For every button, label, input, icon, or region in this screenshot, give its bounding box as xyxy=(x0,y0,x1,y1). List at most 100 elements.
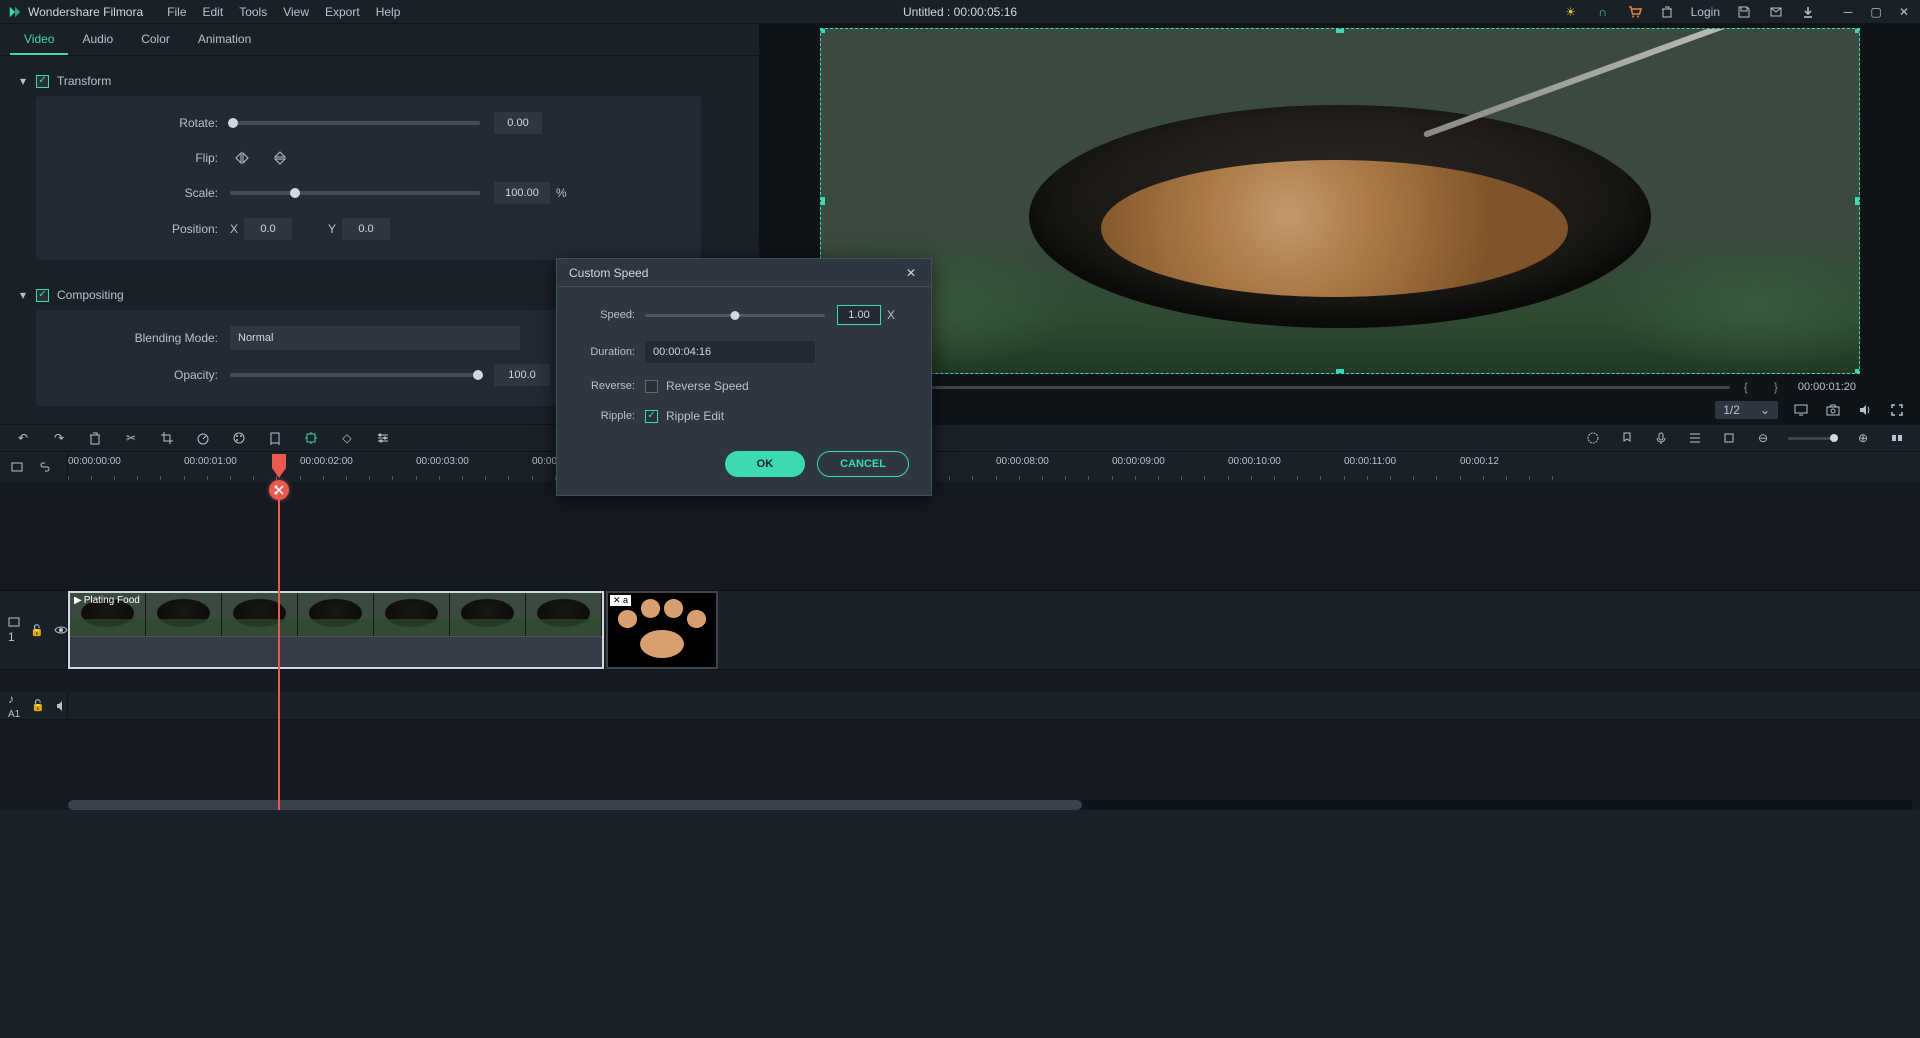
opacity-input[interactable] xyxy=(494,364,550,386)
speed-icon[interactable] xyxy=(194,429,212,447)
green-screen-icon[interactable] xyxy=(266,429,284,447)
zoom-fit-icon[interactable] xyxy=(1888,429,1906,447)
preview-viewport[interactable] xyxy=(820,28,1860,374)
snap-icon[interactable] xyxy=(1720,429,1738,447)
eye-icon[interactable] xyxy=(54,621,68,639)
voiceover-icon[interactable] xyxy=(1652,429,1670,447)
timeline-scrollbar[interactable] xyxy=(68,800,1912,810)
display-icon[interactable] xyxy=(1792,401,1810,419)
mark-out-icon[interactable]: } xyxy=(1774,380,1784,394)
tab-color[interactable]: Color xyxy=(127,24,184,55)
scale-input[interactable] xyxy=(494,182,550,204)
resize-handle-mr[interactable] xyxy=(1855,197,1860,205)
resize-handle-br[interactable] xyxy=(1855,369,1860,374)
cut-icon[interactable]: ✂ xyxy=(122,429,140,447)
menu-help[interactable]: Help xyxy=(376,5,401,19)
login-button[interactable]: Login xyxy=(1691,5,1720,19)
tab-video[interactable]: Video xyxy=(10,24,68,55)
link-icon[interactable] xyxy=(36,458,54,476)
timeline-zoom-slider[interactable] xyxy=(1788,437,1838,440)
rotate-slider[interactable] xyxy=(230,121,480,125)
mark-in-icon[interactable]: { xyxy=(1744,380,1754,394)
preview-progress[interactable] xyxy=(824,386,1730,389)
duration-input[interactable] xyxy=(645,341,815,363)
window-close-icon[interactable]: ✕ xyxy=(1896,4,1912,20)
speed-slider[interactable] xyxy=(645,314,825,317)
scale-slider[interactable] xyxy=(230,191,480,195)
motion-tracking-tool-icon[interactable] xyxy=(302,429,320,447)
delete-icon[interactable] xyxy=(86,429,104,447)
position-x-input[interactable] xyxy=(244,218,292,240)
blending-mode-select[interactable]: Normal xyxy=(230,326,520,350)
resize-handle-mb[interactable] xyxy=(1336,369,1344,374)
transform-label: Transform xyxy=(57,74,111,88)
resize-handle-mt[interactable] xyxy=(1336,28,1344,33)
lock-icon[interactable]: 🔓 xyxy=(31,697,45,715)
menu-export[interactable]: Export xyxy=(325,5,360,19)
speed-input[interactable] xyxy=(837,305,881,325)
reverse-checkbox[interactable] xyxy=(645,380,658,393)
color-icon[interactable] xyxy=(230,429,248,447)
menu-view[interactable]: View xyxy=(283,5,309,19)
position-x-label: X xyxy=(230,222,238,236)
menu-bar: File Edit Tools View Export Help xyxy=(167,5,400,19)
headphones-icon[interactable]: ∩ xyxy=(1595,4,1611,20)
menu-tools[interactable]: Tools xyxy=(239,5,267,19)
lightbulb-icon[interactable]: ☀ xyxy=(1563,4,1579,20)
rotate-input[interactable] xyxy=(494,112,542,134)
speed-suffix: X xyxy=(887,308,895,322)
fullscreen-icon[interactable] xyxy=(1888,401,1906,419)
transform-checkbox[interactable] xyxy=(36,75,49,88)
opacity-slider[interactable] xyxy=(230,373,480,377)
render-icon[interactable] xyxy=(1584,429,1602,447)
zoom-out-icon[interactable]: ⊖ xyxy=(1754,429,1772,447)
video-clip-1[interactable]: ▶ Plating Food xyxy=(68,591,604,669)
flip-vertical-icon[interactable] xyxy=(268,148,292,168)
timeline-ruler[interactable]: 00:00:00:0000:00:01:0000:00:02:0000:00:0… xyxy=(68,452,1920,482)
audio-track-label: ♪ A1 xyxy=(8,692,21,720)
resize-handle-tl[interactable] xyxy=(820,28,825,33)
crop-icon[interactable] xyxy=(158,429,176,447)
tab-audio[interactable]: Audio xyxy=(68,24,127,55)
snapshot-icon[interactable] xyxy=(1824,401,1842,419)
ok-button[interactable]: OK xyxy=(725,451,806,477)
preview-zoom-select[interactable]: 1/2 ⌄ xyxy=(1715,401,1778,419)
volume-icon[interactable] xyxy=(1856,401,1874,419)
ripple-checkbox[interactable] xyxy=(645,410,658,423)
track-options-icon[interactable] xyxy=(8,458,26,476)
window-minimize-icon[interactable]: ─ xyxy=(1840,4,1856,20)
menu-file[interactable]: File xyxy=(167,5,186,19)
playhead-handle[interactable] xyxy=(270,452,288,480)
redo-icon[interactable]: ↷ xyxy=(50,429,68,447)
marker-icon[interactable] xyxy=(1618,429,1636,447)
lock-icon[interactable]: 🔓 xyxy=(30,621,44,639)
keyframe-icon[interactable]: ◇ xyxy=(338,429,356,447)
inspector-tabs: Video Audio Color Animation xyxy=(0,24,759,56)
cart-icon[interactable] xyxy=(1627,4,1643,20)
cancel-button[interactable]: CANCEL xyxy=(817,451,909,477)
flip-horizontal-icon[interactable] xyxy=(230,148,254,168)
zoom-in-icon[interactable]: ⊕ xyxy=(1854,429,1872,447)
audio-mixer-icon[interactable] xyxy=(1686,429,1704,447)
position-y-input[interactable] xyxy=(342,218,390,240)
mail-icon[interactable] xyxy=(1768,4,1784,20)
resize-handle-tr[interactable] xyxy=(1855,28,1860,33)
undo-icon[interactable]: ↶ xyxy=(14,429,32,447)
resize-handle-ml[interactable] xyxy=(820,197,825,205)
playhead-scissors-icon[interactable] xyxy=(269,480,289,500)
dialog-close-icon[interactable]: ✕ xyxy=(903,265,919,281)
tab-animation[interactable]: Animation xyxy=(184,24,265,55)
window-maximize-icon[interactable]: ▢ xyxy=(1868,4,1884,20)
timeline-panel: 00:00:00:0000:00:01:0000:00:02:0000:00:0… xyxy=(0,452,1920,810)
mute-icon[interactable] xyxy=(55,697,67,715)
save-icon[interactable] xyxy=(1736,4,1752,20)
compositing-checkbox[interactable] xyxy=(36,289,49,302)
ruler-mark: 00:00:12 xyxy=(1460,456,1499,467)
download-icon[interactable] xyxy=(1800,4,1816,20)
scale-suffix: % xyxy=(556,186,567,200)
video-clip-2[interactable]: ✕ a xyxy=(606,591,718,669)
settings-icon[interactable] xyxy=(374,429,392,447)
trash-icon[interactable] xyxy=(1659,4,1675,20)
menu-edit[interactable]: Edit xyxy=(203,5,224,19)
transform-header[interactable]: ▾ Transform xyxy=(18,66,741,96)
